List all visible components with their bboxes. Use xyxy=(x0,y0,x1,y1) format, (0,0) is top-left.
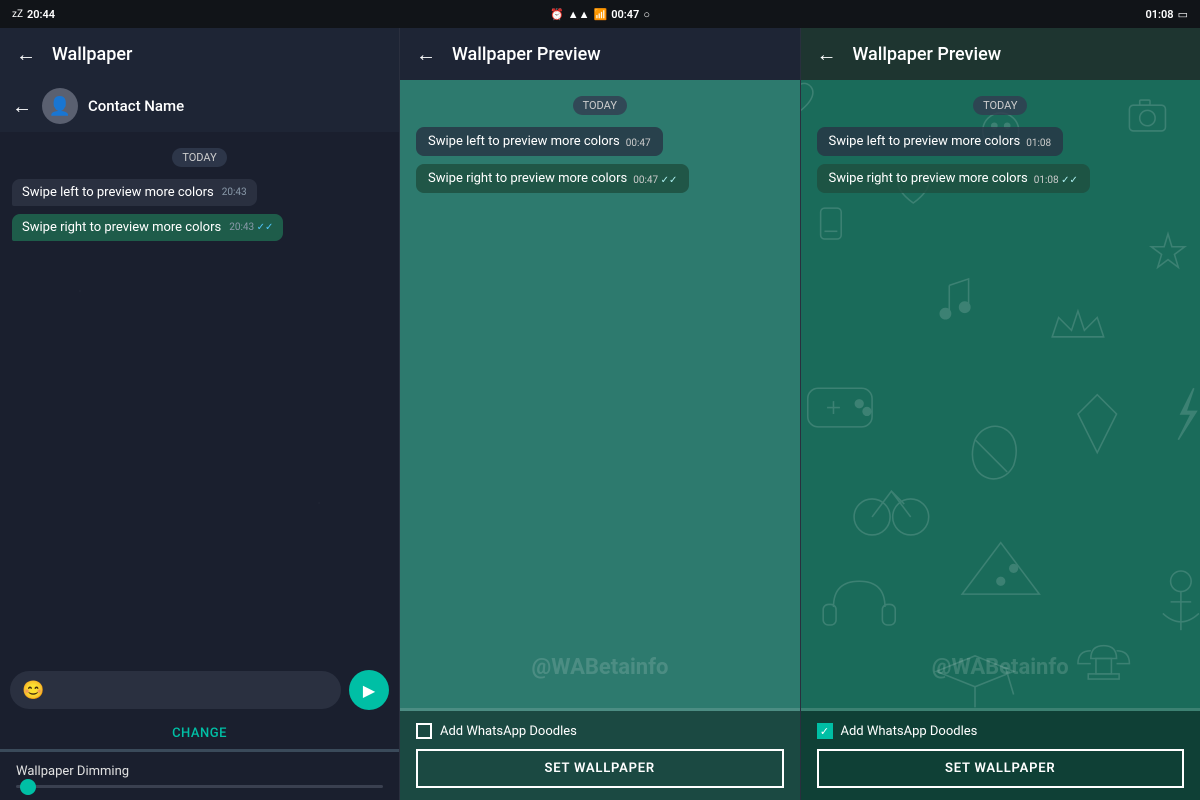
preview-bottom-3: ✓ Add WhatsApp Doodles SET WALLPAPER xyxy=(801,711,1200,800)
message-text-r1: Swipe left to preview more colors xyxy=(22,185,214,200)
preview-ticks-3: ✓✓ xyxy=(1061,175,1078,186)
preview-time-s3: 01:08 ✓✓ xyxy=(1034,175,1078,186)
preview-time-s2: 00:47 ✓✓ xyxy=(633,175,677,186)
chat-body: TODAY Swipe left to preview more colors … xyxy=(0,132,399,662)
message-received-p1: Swipe left to preview more colors 20:43 xyxy=(12,179,257,206)
preview-msg-text-s2: Swipe right to preview more colors xyxy=(428,171,627,186)
preview-msg-text-r3: Swipe left to preview more colors xyxy=(829,134,1021,149)
status-right: 01:08 ▭ xyxy=(800,0,1200,28)
status-time-left: 20:44 xyxy=(27,8,55,21)
status-alarm-icon: ⏰ xyxy=(550,8,564,21)
preview-topbar-3: ← Wallpaper Preview xyxy=(801,28,1200,80)
avatar: 👤 xyxy=(42,88,78,124)
preview-time-r2: 00:47 xyxy=(626,138,651,149)
preview-msg-received-3: Swipe left to preview more colors 01:08 xyxy=(817,127,1064,156)
wallpaper-topbar: ← Wallpaper xyxy=(0,28,399,80)
dimming-thumb[interactable] xyxy=(20,779,36,795)
chat-input-bar[interactable]: 😊 xyxy=(10,671,341,709)
preview-msg-received-2: Swipe left to preview more colors 00:47 xyxy=(416,127,663,156)
message-sent-p1: Swipe right to preview more colors 20:43… xyxy=(12,214,283,241)
wallpaper-title: Wallpaper xyxy=(52,44,132,65)
set-wallpaper-button-3[interactable]: SET WALLPAPER xyxy=(817,749,1185,788)
chat-input-area: 😊 ▶ xyxy=(0,662,399,718)
status-zzz: zZ xyxy=(12,9,23,20)
preview-back-button-2[interactable]: ← xyxy=(416,42,436,67)
preview-time-r3: 01:08 xyxy=(1026,138,1051,149)
ticks-s1: ✓✓ xyxy=(257,222,274,233)
status-signal-icon: 📶 xyxy=(593,8,607,21)
wallpaper-back-button[interactable]: ← xyxy=(16,42,36,67)
date-badge-p1: TODAY xyxy=(172,148,226,167)
doodles-checkbox-2[interactable] xyxy=(416,723,432,739)
chat-preview: ← 👤 Contact Name TODAY Swipe left to pre… xyxy=(0,80,399,749)
preview-title-3: Wallpaper Preview xyxy=(853,44,1002,65)
preview-chat-body-3: TODAY Swipe left to preview more colors … xyxy=(801,80,1200,708)
change-button[interactable]: CHANGE xyxy=(164,718,235,749)
contact-name: Contact Name xyxy=(88,97,184,115)
preview-msg-text-r2: Swipe left to preview more colors xyxy=(428,134,620,149)
preview-msg-sent-2: Swipe right to preview more colors 00:47… xyxy=(416,164,689,193)
wallpaper-dimming-section: Wallpaper Dimming xyxy=(0,752,399,800)
send-button[interactable]: ▶ xyxy=(349,670,389,710)
status-time-center: 00:47 xyxy=(611,8,639,21)
preview-topbar-2: ← Wallpaper Preview xyxy=(400,28,800,80)
chat-back-button[interactable]: ← xyxy=(12,94,32,119)
status-network-icon: ▲▲ xyxy=(568,8,590,21)
message-time-s1: 20:43 ✓✓ xyxy=(229,222,273,233)
message-time-r1: 20:43 xyxy=(222,187,247,198)
doodles-label-3: Add WhatsApp Doodles xyxy=(841,724,978,739)
status-circle-icon: ○ xyxy=(643,8,650,21)
chat-header: ← 👤 Contact Name xyxy=(0,80,399,132)
set-wallpaper-button-2[interactable]: SET WALLPAPER xyxy=(416,749,784,788)
panel-preview-doodles: ← Wallpaper Preview xyxy=(801,28,1200,800)
status-center: ⏰ ▲▲ 📶 00:47 ○ xyxy=(400,0,800,28)
status-left: zZ 20:44 xyxy=(0,0,400,28)
date-badge-p3: TODAY xyxy=(973,96,1027,115)
panel-wallpaper: ← Wallpaper ← 👤 Contact Name TODAY Swipe… xyxy=(0,28,400,800)
doodles-row-3: ✓ Add WhatsApp Doodles xyxy=(817,723,1185,739)
panel-preview-plain: ← Wallpaper Preview TODAY Swipe left to … xyxy=(400,28,801,800)
dimming-label: Wallpaper Dimming xyxy=(16,764,383,779)
preview-msg-sent-3: Swipe right to preview more colors 01:08… xyxy=(817,164,1090,193)
preview-msg-text-s3: Swipe right to preview more colors xyxy=(829,171,1028,186)
doodles-row-2: Add WhatsApp Doodles xyxy=(416,723,784,739)
preview-bottom-2: Add WhatsApp Doodles SET WALLPAPER xyxy=(400,711,800,800)
doodles-checkbox-3[interactable]: ✓ xyxy=(817,723,833,739)
preview-title-2: Wallpaper Preview xyxy=(452,44,601,65)
checkmark-icon: ✓ xyxy=(820,725,829,738)
change-button-container: CHANGE xyxy=(0,718,399,749)
preview-chat-body-2: TODAY Swipe left to preview more colors … xyxy=(400,80,800,708)
doodles-label-2: Add WhatsApp Doodles xyxy=(440,724,577,739)
message-text-s1: Swipe right to preview more colors xyxy=(22,220,221,235)
emoji-icon[interactable]: 😊 xyxy=(22,680,44,701)
status-battery-icon: ▭ xyxy=(1178,8,1188,21)
status-time-right: 01:08 xyxy=(1145,8,1173,21)
send-icon: ▶ xyxy=(363,681,375,700)
status-bar: zZ 20:44 ⏰ ▲▲ 📶 00:47 ○ 01:08 ▭ xyxy=(0,0,1200,28)
date-badge-p2: TODAY xyxy=(573,96,627,115)
dimming-slider[interactable] xyxy=(16,785,383,788)
preview-ticks-2: ✓✓ xyxy=(661,175,678,186)
panels-container: ← Wallpaper ← 👤 Contact Name TODAY Swipe… xyxy=(0,28,1200,800)
preview-back-button-3[interactable]: ← xyxy=(817,42,837,67)
